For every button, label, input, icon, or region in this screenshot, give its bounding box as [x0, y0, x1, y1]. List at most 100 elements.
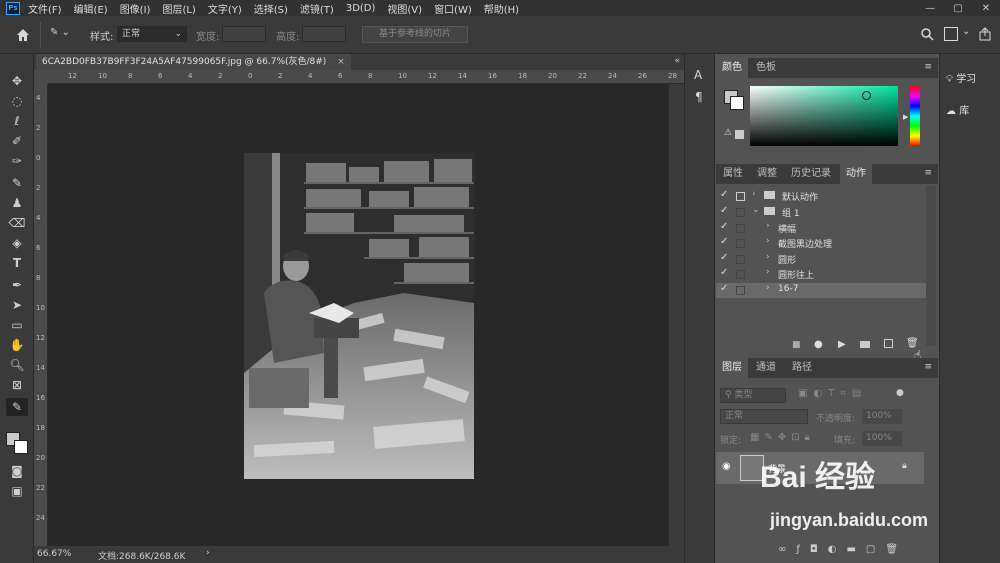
- quick-selection-tool-icon[interactable]: ✐: [6, 132, 28, 150]
- chevron-right-icon[interactable]: ›: [206, 548, 210, 558]
- action-row[interactable]: ✓ › 圆形往上: [716, 267, 926, 282]
- dialog-toggle[interactable]: [736, 224, 745, 233]
- slice-tool-icon[interactable]: ✎: [6, 398, 28, 416]
- opacity-input[interactable]: 100%: [862, 409, 902, 424]
- tab-properties[interactable]: 属性: [716, 164, 750, 184]
- screen-mode-icon[interactable]: ▣: [6, 482, 28, 500]
- color-spectrum-field[interactable]: [750, 86, 898, 146]
- menu-layer[interactable]: 图层(L): [162, 1, 195, 16]
- stamp-tool-icon[interactable]: ♟: [6, 194, 28, 212]
- vertical-scrollbar[interactable]: [669, 84, 684, 546]
- search-icon[interactable]: [920, 27, 934, 41]
- action-row[interactable]: ✓ › 默认动作: [716, 189, 926, 204]
- tab-channels[interactable]: 通道: [750, 358, 782, 378]
- menu-view[interactable]: 视图(V): [387, 1, 422, 16]
- chevron-right-icon[interactable]: ›: [766, 221, 770, 231]
- blend-mode-select[interactable]: 正常: [720, 409, 808, 424]
- chevron-down-icon[interactable]: ⌄: [752, 205, 760, 215]
- tab-adjustments[interactable]: 调整: [750, 164, 784, 184]
- maximize-icon[interactable]: ▢: [944, 0, 972, 16]
- dialog-toggle[interactable]: [736, 192, 745, 201]
- color-picker-circle[interactable]: [862, 91, 871, 100]
- menu-help[interactable]: 帮助(H): [484, 1, 519, 16]
- action-row[interactable]: ✓ › 圆形: [716, 252, 926, 267]
- chevron-right-icon[interactable]: ›: [766, 252, 770, 262]
- zoom-tool-icon[interactable]: 🔍︎: [6, 356, 28, 374]
- move-tool-icon[interactable]: ✥: [6, 72, 28, 90]
- minimize-icon[interactable]: —: [916, 0, 944, 16]
- lock-icons[interactable]: ▦✎✥⊡🔒︎: [750, 432, 815, 443]
- check-icon[interactable]: ✓: [720, 283, 732, 294]
- type-tool-icon[interactable]: T: [6, 254, 28, 272]
- menu-window[interactable]: 窗口(W): [434, 1, 472, 16]
- tab-actions[interactable]: 动作: [840, 164, 872, 184]
- menu-select[interactable]: 选择(S): [254, 1, 288, 16]
- library-button[interactable]: ☁ 库: [946, 102, 969, 117]
- eyedropper-tool-icon[interactable]: ✑: [6, 152, 28, 170]
- frame-tool-icon[interactable]: ⊠: [6, 376, 28, 394]
- paragraph-panel-icon[interactable]: ¶: [695, 90, 703, 104]
- workspace-icon[interactable]: [944, 27, 958, 41]
- panel-collapse-icon[interactable]: «: [674, 56, 680, 66]
- quick-mask-icon[interactable]: ◙: [6, 462, 28, 480]
- action-row[interactable]: ✓ › 截图黑边处理: [716, 236, 926, 251]
- dialog-toggle[interactable]: [736, 286, 745, 295]
- home-icon[interactable]: [14, 26, 32, 44]
- paint-bucket-icon[interactable]: ◈: [6, 234, 28, 252]
- shape-tool-icon[interactable]: ▭: [6, 316, 28, 334]
- close-icon[interactable]: ✕: [972, 0, 1000, 16]
- menu-edit[interactable]: 编辑(E): [74, 1, 108, 16]
- color-background-swatch[interactable]: [730, 96, 744, 110]
- tab-swatches[interactable]: 色板: [750, 58, 782, 78]
- menu-file[interactable]: 文件(F): [28, 1, 62, 16]
- action-row[interactable]: ✓ › 横幅: [716, 221, 926, 236]
- width-input[interactable]: [222, 26, 266, 42]
- check-icon[interactable]: ✓: [720, 205, 732, 216]
- check-icon[interactable]: ✓: [720, 236, 732, 247]
- menu-type[interactable]: 文字(Y): [208, 1, 242, 16]
- close-tab-icon[interactable]: ×: [337, 57, 345, 67]
- menu-image[interactable]: 图像(I): [120, 1, 151, 16]
- eye-icon[interactable]: ◉: [722, 461, 731, 472]
- hue-slider[interactable]: [910, 86, 920, 146]
- action-row[interactable]: ✓ ⌄ 组 1: [716, 205, 926, 220]
- zoom-level[interactable]: 66.67%: [37, 549, 71, 559]
- character-panel-icon[interactable]: A: [694, 68, 702, 82]
- action-row-selected[interactable]: ✓ › 16-7: [716, 283, 926, 298]
- check-icon[interactable]: ✓: [720, 267, 732, 278]
- dialog-toggle[interactable]: [736, 208, 745, 217]
- new-action-icon[interactable]: [884, 339, 893, 348]
- play-icon[interactable]: ▶: [838, 339, 846, 350]
- stop-icon[interactable]: ■: [792, 340, 801, 350]
- document-image[interactable]: [244, 153, 474, 479]
- menu-filter[interactable]: 滤镜(T): [300, 1, 334, 16]
- pen-tool-icon[interactable]: ✒: [6, 276, 28, 294]
- record-icon[interactable]: ●: [814, 339, 823, 350]
- chevron-right-icon[interactable]: ›: [766, 267, 770, 277]
- actions-scrollbar[interactable]: [926, 186, 936, 346]
- learn-button[interactable]: 💡︎ 学习: [946, 70, 976, 85]
- menu-3d[interactable]: 3D(D): [346, 3, 376, 14]
- lasso-tool-icon[interactable]: ℓ: [6, 112, 28, 130]
- gamut-warning-icon[interactable]: ⚠: [724, 128, 732, 138]
- check-icon[interactable]: ✓: [720, 252, 732, 263]
- layer-filter-select[interactable]: ⚲ 类型: [720, 388, 786, 403]
- marquee-tool-icon[interactable]: ◌: [6, 92, 28, 110]
- filter-toggle-icon[interactable]: ●: [896, 388, 904, 398]
- chevron-right-icon[interactable]: ›: [766, 236, 770, 246]
- tab-color[interactable]: 颜色: [716, 58, 748, 78]
- hand-tool-icon[interactable]: ✋: [6, 336, 28, 354]
- panel-menu-icon[interactable]: ≡: [924, 362, 932, 372]
- new-set-icon[interactable]: [860, 341, 870, 348]
- document-tab[interactable]: 6CA2BD0FB37B9FF3F24A5AF47599065F.jpg @ 6…: [36, 54, 351, 70]
- dialog-toggle[interactable]: [736, 239, 745, 248]
- tab-layers[interactable]: 图层: [716, 358, 748, 378]
- check-icon[interactable]: ✓: [720, 189, 732, 200]
- dialog-toggle[interactable]: [736, 255, 745, 264]
- websafe-swatch[interactable]: [735, 130, 744, 139]
- share-icon[interactable]: [978, 27, 992, 41]
- layer-footer-icons[interactable]: ∞ƒ◘◐▬▢🗑︎: [778, 544, 908, 555]
- slice-tool-preset-icon[interactable]: ✎ ⌄: [50, 27, 78, 43]
- chevron-right-icon[interactable]: ›: [766, 283, 770, 293]
- hue-slider-pointer-icon[interactable]: ▶: [903, 113, 908, 121]
